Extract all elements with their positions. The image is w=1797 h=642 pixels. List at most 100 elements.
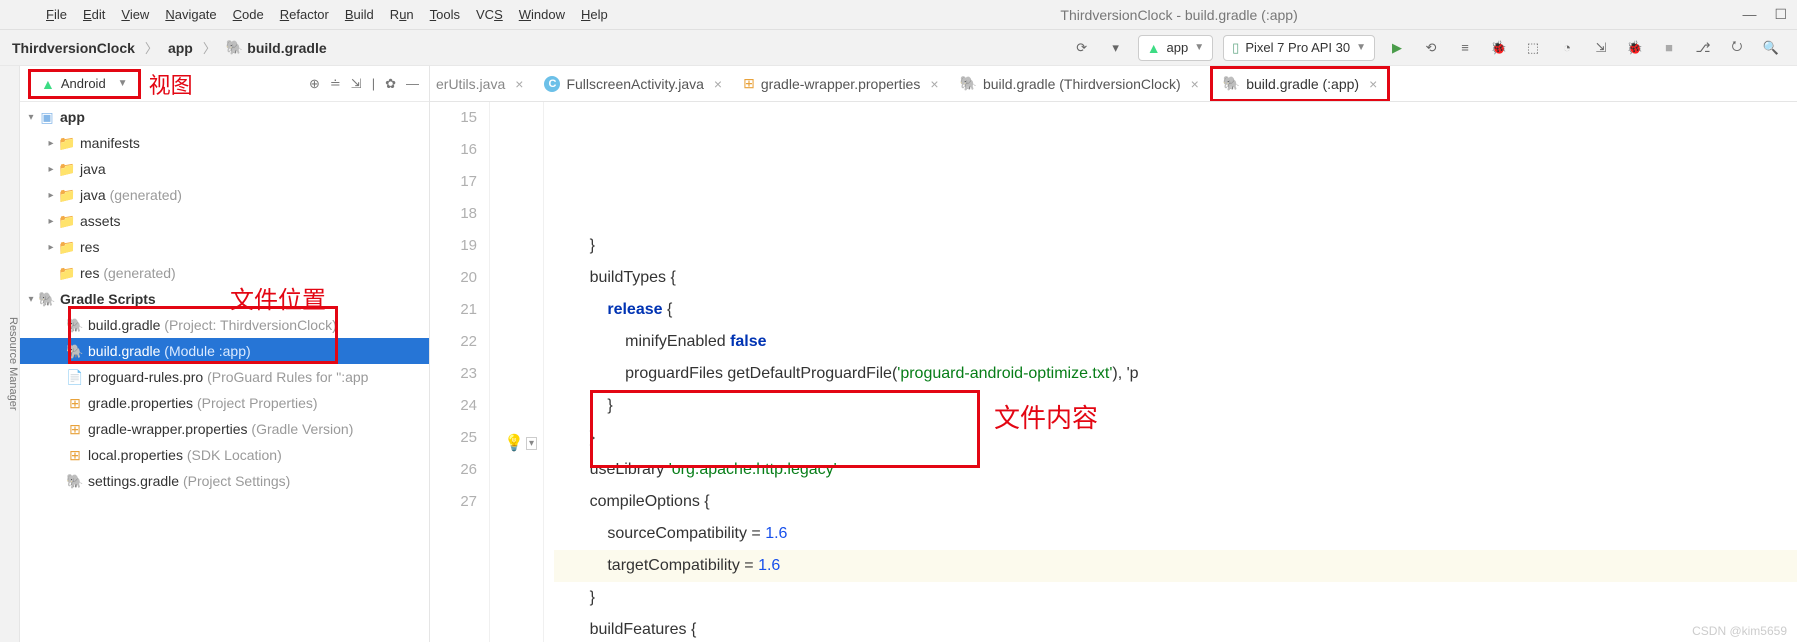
- menu-bar: File Edit View Navigate Code Refactor Bu…: [0, 0, 1797, 30]
- rerun-icon[interactable]: ⟲: [1419, 36, 1443, 60]
- collapse-icon[interactable]: ⇲: [351, 76, 362, 92]
- tree-node-local-properties: ⊞local.properties (SDK Location): [20, 442, 429, 468]
- annotation-file-content: 文件内容: [994, 402, 1098, 434]
- menu-vcs[interactable]: VCS: [468, 4, 511, 25]
- tree-node-build-gradle-project: 🐘build.gradle (Project: ThirdversionCloc…: [20, 312, 429, 338]
- tree-node-java-generated: ▸📁java (generated): [20, 182, 429, 208]
- android-icon: ▲: [1147, 40, 1161, 56]
- gradle-icon: 🐘: [226, 39, 243, 56]
- gradle-icon: 🐘: [66, 343, 84, 360]
- tree-node-java: ▸📁java: [20, 156, 429, 182]
- sync-icon[interactable]: ⟳: [1070, 36, 1094, 60]
- gradle-icon: 🐘: [66, 473, 84, 490]
- menu-edit[interactable]: Edit: [75, 4, 113, 25]
- breadcrumb-module[interactable]: app: [160, 40, 201, 56]
- device-selector[interactable]: ▯ Pixel 7 Pro API 30 ▼: [1223, 35, 1375, 61]
- tab-build-gradle-app[interactable]: 🐘build.gradle (:app)×: [1210, 66, 1390, 102]
- menu-code[interactable]: Code: [225, 4, 272, 25]
- locate-icon[interactable]: ⊕: [309, 76, 320, 92]
- menu-navigate[interactable]: Navigate: [157, 4, 224, 25]
- tab-fullscreenactivity[interactable]: CFullscreenActivity.java×: [534, 66, 733, 102]
- gradle-icon: 🐘: [66, 317, 84, 334]
- coverage-icon[interactable]: ⬚: [1521, 36, 1545, 60]
- editor-tabs: erUtils.java× CFullscreenActivity.java× …: [430, 66, 1797, 102]
- folder-icon: 📁: [58, 187, 76, 204]
- maximize-button[interactable]: ☐: [1774, 6, 1787, 23]
- breadcrumb-file[interactable]: 🐘build.gradle: [218, 39, 335, 56]
- chevron-icon: 〉: [201, 38, 218, 57]
- chevron-down-icon: ▼: [118, 78, 128, 89]
- step-icon[interactable]: ≡: [1453, 36, 1477, 60]
- close-icon[interactable]: ×: [714, 76, 722, 92]
- android-icon: ▲: [41, 76, 55, 92]
- folder-icon: 📁: [58, 213, 76, 230]
- gradle-icon: 🐘: [960, 75, 977, 92]
- properties-icon: ⊞: [66, 421, 84, 438]
- menu-window[interactable]: Window: [511, 4, 573, 25]
- menu-file[interactable]: File: [38, 4, 75, 25]
- tree-node-proguard: 📄proguard-rules.pro (ProGuard Rules for …: [20, 364, 429, 390]
- folder-icon: 📁: [58, 161, 76, 178]
- profile-icon[interactable]: ◔: [1555, 36, 1579, 60]
- close-icon[interactable]: ×: [515, 76, 523, 92]
- properties-icon: ⊞: [66, 395, 84, 412]
- project-view-selector[interactable]: ▲ Android ▼: [28, 69, 141, 99]
- tree-node-res: ▸📁res: [20, 234, 429, 260]
- tree-node-wrapper-properties: ⊞gradle-wrapper.properties (Gradle Versi…: [20, 416, 429, 442]
- minimize-button[interactable]: —: [1742, 6, 1756, 23]
- run-config-selector[interactable]: ▲ app ▼: [1138, 35, 1213, 61]
- project-tree[interactable]: ▾▣app ▸📁manifests ▸📁java ▸📁java (generat…: [20, 102, 429, 642]
- menu-tools[interactable]: Tools: [422, 4, 468, 25]
- settings-icon[interactable]: ✿: [385, 76, 396, 92]
- file-icon: 📄: [66, 369, 84, 386]
- close-icon[interactable]: ×: [1369, 76, 1377, 92]
- close-icon[interactable]: ×: [930, 76, 938, 92]
- navigation-bar: ThirdversionClock 〉 app 〉 🐘build.gradle …: [0, 30, 1797, 66]
- git-icon[interactable]: ⎇: [1691, 36, 1715, 60]
- tree-node-res-generated: 📁res (generated): [20, 260, 429, 286]
- tree-node-manifests: ▸📁manifests: [20, 130, 429, 156]
- tree-node-settings-gradle: 🐘settings.gradle (Project Settings): [20, 468, 429, 494]
- tree-node-gradle-scripts: ▾🐘Gradle Scripts: [20, 286, 429, 312]
- attach-debugger-icon[interactable]: 🐞: [1623, 36, 1647, 60]
- menu-run[interactable]: Run: [382, 4, 422, 25]
- menu-build[interactable]: Build: [337, 4, 382, 25]
- tab-wrapper-properties[interactable]: ⊞gradle-wrapper.properties×: [733, 66, 949, 102]
- intention-dropdown-icon[interactable]: ▾: [526, 437, 537, 450]
- folder-icon: 📁: [58, 265, 76, 282]
- tree-node-assets: ▸📁assets: [20, 208, 429, 234]
- chevron-down-icon: ▼: [1356, 42, 1366, 53]
- intention-bulb-icon[interactable]: 💡: [504, 433, 524, 453]
- dropdown-arrow-icon[interactable]: ▾: [1104, 36, 1128, 60]
- divider: |: [372, 76, 375, 92]
- chevron-down-icon: ▼: [1194, 42, 1204, 53]
- gradle-icon: 🐘: [38, 291, 56, 308]
- stop-button[interactable]: ■: [1657, 36, 1681, 60]
- chevron-icon: 〉: [143, 38, 160, 57]
- tab-build-gradle-project[interactable]: 🐘build.gradle (ThirdversionClock)×: [950, 66, 1210, 102]
- menu-refactor[interactable]: Refactor: [272, 4, 337, 25]
- tool-window-stripe[interactable]: Resource Manager: [0, 66, 20, 642]
- update-icon[interactable]: ⭮: [1725, 36, 1749, 60]
- attach-icon[interactable]: ⇲: [1589, 36, 1613, 60]
- tree-node-app: ▾▣app: [20, 104, 429, 130]
- debug-button[interactable]: 🐞: [1487, 36, 1511, 60]
- tab-erutils[interactable]: erUtils.java×: [430, 66, 534, 102]
- properties-icon: ⊞: [66, 447, 84, 464]
- module-icon: ▣: [38, 109, 56, 126]
- properties-icon: ⊞: [743, 75, 755, 92]
- line-gutter[interactable]: 15161718192021222324252627: [430, 102, 490, 642]
- code-editor[interactable]: 文件内容 } buildTypes { release { minifyEnab…: [544, 102, 1797, 642]
- run-button[interactable]: ▶: [1385, 36, 1409, 60]
- search-icon[interactable]: 🔍: [1759, 36, 1783, 60]
- close-icon[interactable]: ×: [1191, 76, 1199, 92]
- menu-view[interactable]: View: [113, 4, 157, 25]
- annotation-view: 视图: [149, 68, 193, 100]
- window-title: ThirdversionClock - build.gradle (:app): [616, 7, 1743, 23]
- hint-gutter: 💡 ▾: [490, 102, 544, 642]
- expand-icon[interactable]: ≐: [330, 76, 341, 92]
- watermark: CSDN @kim5659: [1692, 624, 1787, 638]
- hide-icon[interactable]: —: [406, 76, 419, 92]
- breadcrumb-project[interactable]: ThirdversionClock: [4, 40, 143, 56]
- menu-help[interactable]: Help: [573, 4, 616, 25]
